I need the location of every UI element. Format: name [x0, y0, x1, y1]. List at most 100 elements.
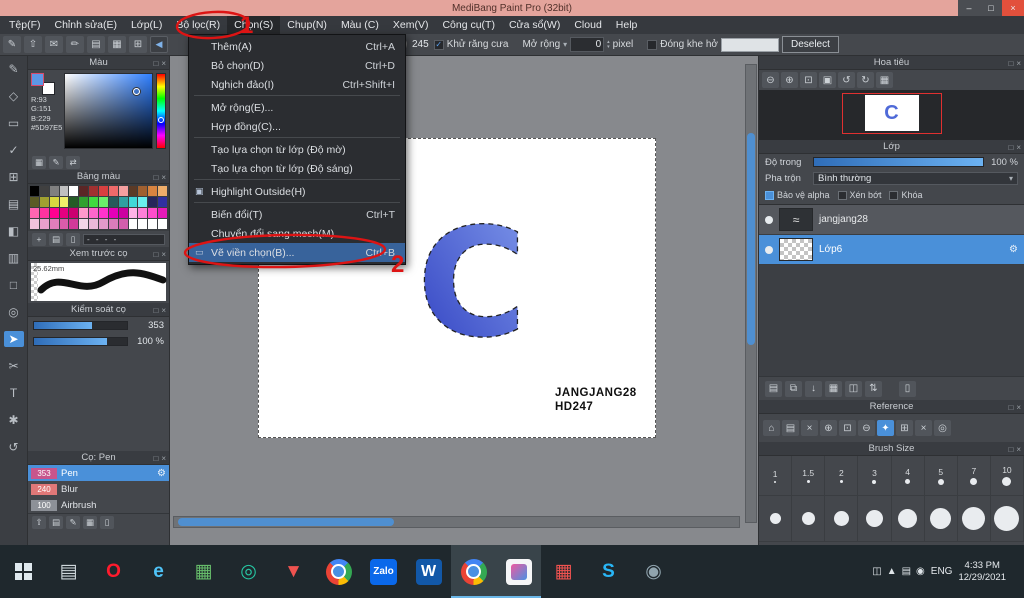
tool-icon[interactable]: ➤ — [3, 331, 24, 347]
tool-icon[interactable]: ⊞ — [4, 169, 24, 185]
brush-list-item[interactable]: 353 Pen ⚙ — [28, 465, 169, 481]
close-gap-checkbox[interactable] — [647, 39, 658, 50]
palette-swatch[interactable] — [148, 186, 158, 196]
palette-swatch[interactable] — [69, 186, 79, 196]
palette-swatch[interactable] — [138, 186, 148, 196]
palette-swatch[interactable] — [69, 208, 79, 218]
palette-swatch[interactable] — [148, 197, 158, 207]
menu-item[interactable]: Chỉnh sửa(E) — [48, 16, 124, 34]
menu-item[interactable]: Chọn(S) — [227, 16, 281, 34]
close-icon[interactable]: × — [1016, 59, 1021, 68]
palette-swatch[interactable] — [69, 219, 79, 229]
tool-icon[interactable]: ✎ — [4, 61, 24, 77]
palette-name-box[interactable]: - - - - — [83, 233, 165, 245]
taskbar-app-icon[interactable]: ▦ — [541, 545, 586, 598]
palette-swatch[interactable] — [89, 186, 98, 196]
palette-swatch[interactable] — [158, 208, 167, 218]
layer-footer-icon[interactable]: ▦ — [825, 380, 842, 397]
minimize-button[interactable]: – — [958, 0, 980, 16]
palette-swatch[interactable] — [79, 208, 89, 218]
toolbar-icon[interactable]: ✉ — [45, 36, 63, 53]
slider-track[interactable] — [33, 336, 128, 346]
brush-size-cell[interactable]: 4 — [891, 456, 925, 496]
taskbar-app-icon[interactable]: ▼ — [271, 545, 316, 598]
navigator-tool-icon[interactable]: ▣ — [819, 72, 836, 88]
brush-size-cell[interactable]: 2 — [825, 456, 859, 496]
visibility-eye-icon[interactable] — [765, 245, 773, 254]
navigator-view-rect[interactable] — [841, 93, 942, 134]
palette-swatch[interactable] — [138, 219, 148, 229]
reference-tool-icon[interactable]: × — [915, 420, 932, 436]
palette-swatch[interactable] — [118, 186, 128, 196]
reference-tool-icon[interactable]: ⊕ — [820, 420, 837, 436]
palette-swatch[interactable] — [30, 208, 39, 218]
palette-swatch[interactable] — [108, 197, 118, 207]
dropdown-menu-item[interactable]: Bỏ chọn(D) Ctrl+D — [189, 56, 405, 75]
brush-size-cell[interactable]: 1.5 — [792, 456, 826, 496]
dropdown-menu-item[interactable]: Mở rộng(E)... — [189, 98, 405, 117]
tool-icon[interactable]: ↺ — [4, 439, 24, 455]
palette-swatch[interactable] — [108, 208, 118, 218]
brush-footer-icon[interactable]: ✎ — [66, 516, 80, 529]
palette-swatch[interactable] — [39, 197, 49, 207]
brush-size-cell[interactable] — [825, 496, 859, 542]
dropdown-menu-item[interactable]: ▣ Highlight Outside(H) — [189, 182, 405, 203]
picker-ring-icon[interactable] — [133, 88, 140, 95]
gear-icon[interactable]: ⚙ — [157, 468, 166, 479]
palette-swatch[interactable] — [69, 197, 79, 207]
vertical-scrollbar[interactable] — [745, 64, 757, 523]
brush-footer-icon[interactable]: ▯ — [100, 516, 114, 529]
palette-swatch[interactable] — [108, 186, 118, 196]
toolbar-icon[interactable]: ✎ — [3, 36, 21, 53]
toolbar-icon[interactable]: ⊞ — [129, 36, 147, 53]
tray-icon[interactable]: ▤ — [902, 566, 911, 577]
layer-option-checkbox[interactable]: Bảo vệ alpha — [765, 190, 830, 200]
dropdown-menu-item[interactable]: Biến đổi(T) Ctrl+T — [189, 205, 405, 224]
tool-icon[interactable]: ◧ — [4, 223, 24, 239]
popout-icon[interactable]: □ — [153, 59, 158, 68]
reference-tool-icon[interactable]: ⊡ — [839, 420, 856, 436]
palette-swatch[interactable] — [118, 219, 128, 229]
tool-icon[interactable]: ✓ — [4, 142, 24, 158]
close-icon[interactable]: × — [161, 454, 166, 463]
palette-swatch[interactable] — [49, 219, 59, 229]
palette-swatch[interactable] — [79, 197, 89, 207]
palette-swatch[interactable] — [89, 197, 98, 207]
close-icon[interactable]: × — [161, 173, 166, 182]
layer-footer-icon[interactable]: ⧉ — [785, 380, 802, 397]
palette-footer-icon[interactable]: + — [32, 232, 46, 246]
popout-icon[interactable]: □ — [153, 454, 158, 463]
brush-footer-icon[interactable]: ▤ — [49, 516, 63, 529]
tool-icon[interactable]: ◇ — [4, 88, 24, 104]
tray-icon[interactable]: ▲ — [887, 566, 897, 577]
taskbar-app-icon[interactable]: S — [586, 545, 631, 598]
close-icon[interactable]: × — [1016, 445, 1021, 454]
menu-item[interactable]: Công cụ(T) — [435, 16, 502, 34]
palette-swatch[interactable] — [30, 186, 39, 196]
palette-swatch[interactable] — [59, 197, 69, 207]
palette-swatch[interactable] — [98, 219, 108, 229]
blend-select[interactable]: Bình thường ▾ — [813, 171, 1018, 185]
color-footer-icon[interactable]: ⇄ — [66, 155, 80, 169]
palette-swatch[interactable] — [79, 186, 89, 196]
layer-row[interactable]: Lớp6 ⚙ — [759, 235, 1024, 265]
taskbar-app-icon[interactable]: W — [406, 545, 451, 598]
opacity-slider[interactable] — [813, 157, 984, 167]
menu-item[interactable]: Cửa sổ(W) — [502, 16, 567, 34]
palette-swatch[interactable] — [89, 219, 98, 229]
tool-icon[interactable]: ✂ — [4, 358, 24, 374]
reference-tool-icon[interactable]: ▤ — [782, 420, 799, 436]
tool-icon[interactable]: □ — [4, 277, 24, 293]
foreground-color-swatch[interactable] — [31, 73, 44, 86]
layer-footer-icon[interactable]: ◫ — [845, 380, 862, 397]
tool-icon[interactable]: T — [4, 385, 24, 401]
dropdown-menu-item[interactable]: ▭ Vẽ viền chọn(B)... Ctrl+B — [189, 243, 405, 262]
brush-size-cell[interactable] — [759, 496, 793, 542]
horizontal-scrollbar[interactable] — [173, 516, 740, 528]
palette-swatch[interactable] — [59, 208, 69, 218]
palette-swatch[interactable] — [118, 197, 128, 207]
popout-icon[interactable]: □ — [1008, 445, 1013, 454]
palette-swatch[interactable] — [128, 219, 138, 229]
palette-swatch[interactable] — [128, 197, 138, 207]
brush-size-cell[interactable] — [891, 496, 925, 542]
